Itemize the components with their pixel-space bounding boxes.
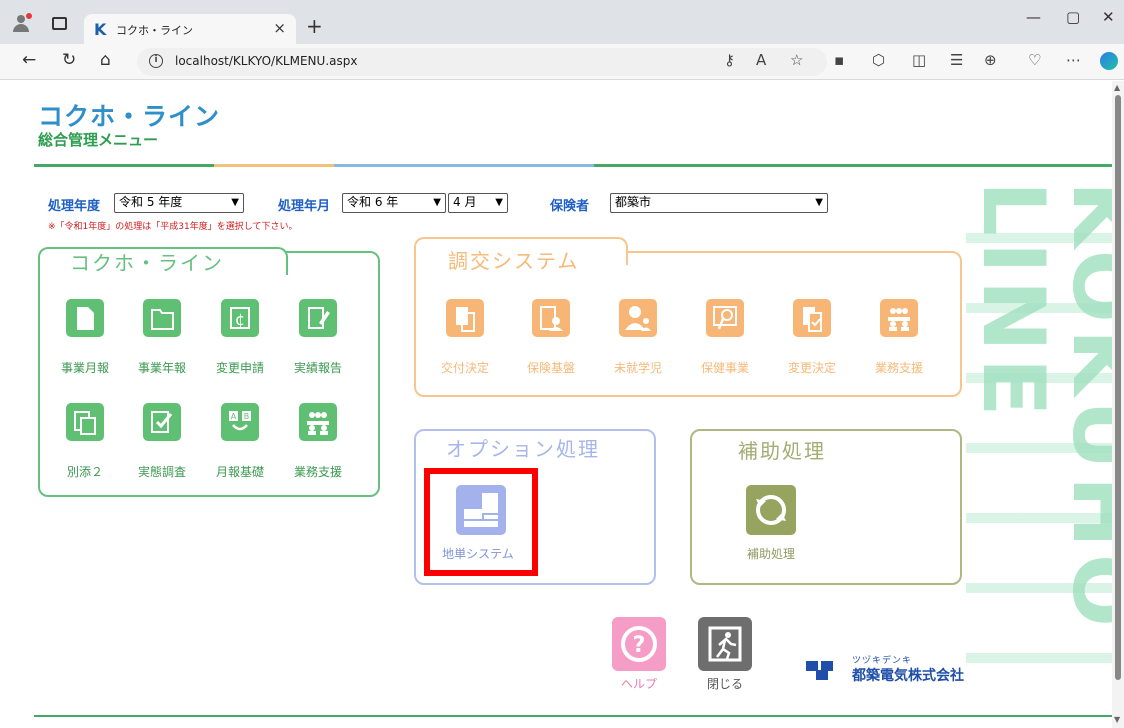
read-aloud-icon[interactable]: A (756, 51, 766, 69)
minimize-icon[interactable]: — (1026, 8, 1041, 26)
pen-report-icon (299, 299, 337, 337)
process-year-select[interactable]: 令和 6 年 ▼ (342, 193, 446, 213)
menu-item-label: 月報基礎 (215, 465, 264, 479)
search-doc-icon (706, 299, 744, 337)
process-month-value: 4 月 (453, 195, 477, 209)
insurer-value: 都築市 (615, 195, 652, 209)
back-icon[interactable]: ← (22, 50, 36, 70)
document-stamp-icon (446, 299, 484, 337)
user-card-icon (532, 299, 570, 337)
chevron-down-icon: ▼ (433, 197, 441, 208)
chevron-down-icon: ▼ (495, 197, 503, 208)
menu-item-label: 変更決定 (787, 361, 836, 375)
panel-hojo-title: 補助処理 (738, 439, 826, 463)
menu-item-label: 業務支援 (874, 361, 923, 375)
maximize-icon[interactable]: ▢ (1066, 8, 1080, 26)
more-icon[interactable]: ⋯ (1066, 51, 1081, 69)
close-window-icon[interactable]: ✕ (1102, 8, 1115, 26)
copy-pages-icon (66, 403, 104, 441)
process-month-select[interactable]: 4 月 ▼ (448, 193, 508, 213)
brand-vertical-text: KOKUHO LINE (963, 181, 1112, 633)
favorite-icon[interactable]: ☆ (790, 51, 803, 69)
page-content: KOKUHO LINE コクホ・ライン 総合管理メニュー 処理年度 令和 5 年… (0, 81, 1112, 728)
svg-text:?: ? (633, 633, 646, 658)
help-label: ヘルプ (620, 677, 657, 691)
fiscal-year-value: 令和 5 年度 (119, 195, 183, 209)
tab-close-icon[interactable]: × (273, 19, 286, 37)
menu-item-label: 交付決定 (440, 361, 489, 375)
extension-icon[interactable]: ▪ (834, 51, 844, 69)
process-year-value: 令和 6 年 (347, 195, 399, 209)
svg-text:A: A (231, 412, 237, 421)
tab-title: コクホ・ライン (116, 24, 193, 37)
home-icon[interactable]: ⌂ (100, 50, 111, 70)
menu-item-label: 保険基盤 (526, 361, 575, 375)
chevron-down-icon: ▼ (815, 197, 823, 208)
folder-icon (143, 299, 181, 337)
insurer-select[interactable]: 都築市 ▼ (610, 193, 828, 213)
scroll-up-icon[interactable]: ▲ (1114, 83, 1120, 92)
menu-item-label: 未就学児 (613, 361, 662, 375)
help-icon: ? (612, 617, 666, 671)
footer-divider (34, 715, 1112, 717)
document-icon (66, 299, 104, 337)
menu-item-label: 別添２ (66, 465, 103, 479)
vertical-scrollbar[interactable]: ▲ ▼ (1112, 81, 1124, 728)
performance-icon[interactable]: ♡ (1028, 51, 1041, 69)
refresh-icon[interactable]: ↻ (62, 50, 76, 70)
tab-actions-icon[interactable] (52, 17, 67, 30)
collections-icon[interactable]: ⊕ (984, 51, 997, 69)
panel-choko-title: 調交システム (448, 249, 580, 273)
scroll-down-icon[interactable]: ▼ (1114, 715, 1120, 724)
child-icon (619, 299, 657, 337)
fiscal-year-select[interactable]: 令和 5 年度 ▼ (114, 193, 244, 213)
copilot-icon[interactable] (1100, 52, 1118, 70)
address-bar-row: ← ↻ ⌂ i localhost/KLKYO/KLMENU.aspx ⚷ A … (0, 44, 1124, 80)
insurer-label: 保険者 (550, 199, 590, 214)
checklist-icon (143, 403, 181, 441)
doc-check-icon (793, 299, 831, 337)
puzzle-icon[interactable]: ⬡ (872, 51, 885, 69)
fiscal-year-note: ※「令和1年度」の処理は「平成31年度」を選択して下さい。 (48, 222, 298, 232)
edit-currency-icon: ¢ (221, 299, 259, 337)
highlight-box (424, 468, 538, 576)
menu-item-label: 補助処理 (746, 547, 795, 561)
people-group-icon (299, 403, 337, 441)
close-label: 閉じる (706, 677, 743, 691)
company-logo (806, 659, 844, 680)
app-title: コクホ・ライン (38, 102, 221, 131)
menu-item-label: 実績報告 (293, 361, 342, 375)
fiscal-year-label: 処理年度 (48, 199, 101, 214)
key-icon[interactable]: ⚷ (724, 51, 735, 69)
menu-item-label: 変更申請 (215, 361, 264, 375)
browser-tab[interactable]: K コクホ・ライン × (84, 14, 296, 44)
exit-door-icon (698, 617, 752, 671)
url-text: localhost/KLKYO/KLMENU.aspx (175, 54, 358, 68)
people-group-icon (880, 299, 918, 337)
company-name: 都築電気株式会社 (852, 668, 964, 684)
profile-icon[interactable] (12, 13, 32, 32)
chevron-down-icon: ▼ (231, 197, 239, 208)
new-tab-icon[interactable]: + (306, 14, 323, 38)
scroll-thumb[interactable] (1115, 95, 1121, 680)
svg-text:¢: ¢ (235, 310, 245, 329)
process-month-label: 処理年月 (278, 199, 331, 214)
info-icon[interactable]: i (149, 54, 163, 68)
favicon-icon: K (94, 20, 107, 39)
menu-item-label: 事業年報 (137, 361, 186, 375)
panel-kokuho-title: コクホ・ライン (70, 251, 224, 275)
svg-text:B: B (244, 412, 250, 421)
ab-icon: AB (221, 403, 259, 441)
menu-item-label: 実態調査 (137, 465, 186, 479)
refresh-cycle-icon (746, 485, 796, 535)
browser-titlebar: K コクホ・ライン × + — ▢ ✕ (0, 0, 1124, 44)
menu-item-label: 保健事業 (700, 361, 749, 375)
favorites-bar-icon[interactable]: ☰ (950, 51, 963, 69)
app-subtitle: 総合管理メニュー (38, 131, 159, 149)
split-screen-icon[interactable]: ◫ (912, 51, 926, 69)
header-divider (34, 164, 1112, 167)
menu-item-label: 事業月報 (60, 361, 109, 375)
menu-item-label: 業務支援 (293, 465, 342, 479)
panel-option-title: オプション処理 (446, 437, 600, 461)
